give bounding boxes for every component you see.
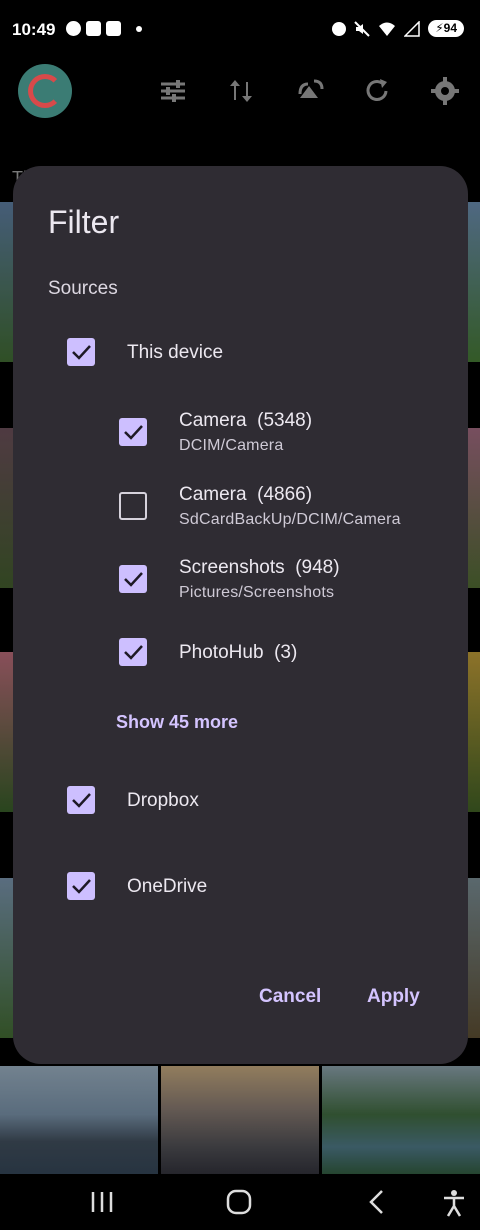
sources-section-label: Sources (48, 278, 118, 299)
check-icon (72, 879, 91, 894)
filter-dialog: Filter Sources This device Camera (5348)… (13, 166, 468, 1064)
folder-count: (4866) (257, 484, 313, 505)
cancel-button[interactable]: Cancel (259, 986, 321, 1008)
folder-name: Camera (179, 410, 247, 431)
folder-count: (948) (295, 557, 340, 578)
refresh-icon[interactable] (362, 76, 392, 106)
check-icon (124, 572, 143, 587)
show-more-link[interactable]: Show 45 more (116, 712, 238, 733)
folder-name: Screenshots (179, 557, 285, 578)
folder-path: DCIM/Camera (179, 437, 284, 454)
folder-label[interactable]: PhotoHub (3) (179, 642, 297, 664)
gear-icon[interactable] (430, 76, 460, 106)
status-time: 10:49 (12, 20, 56, 39)
wifi-icon (379, 22, 396, 36)
apply-button[interactable]: Apply (367, 986, 420, 1008)
app-notification-icon (106, 21, 121, 36)
folder-checkbox-screenshots[interactable] (119, 565, 147, 593)
status-right-icons: ⚡94 (332, 20, 464, 37)
more-notifications-dot-icon (136, 25, 142, 32)
folder-count: (3) (274, 642, 298, 663)
system-nav-bar (0, 1175, 480, 1230)
mute-icon (354, 20, 370, 37)
folder-path: SdCardBackUp/DCIM/Camera (179, 511, 401, 528)
folder-checkbox-camera-dcim[interactable] (119, 418, 147, 446)
status-bar: 10:49 ⚡94 (0, 0, 480, 60)
check-icon (72, 345, 91, 360)
folder-checkbox-photohub[interactable] (119, 638, 147, 666)
check-icon (124, 645, 143, 660)
onedrive-checkbox[interactable] (67, 872, 95, 900)
app-notification-icon (86, 21, 101, 36)
check-icon (124, 425, 143, 440)
check-icon (72, 793, 91, 808)
folder-path: Pictures/Screenshots (179, 584, 335, 601)
status-left-icons (66, 21, 142, 36)
account-icon (66, 21, 81, 36)
tune-icon[interactable] (158, 76, 188, 106)
folder-checkbox-camera-sdcard[interactable] (119, 492, 147, 520)
folder-label[interactable]: Screenshots (948) (179, 557, 340, 579)
home-icon[interactable] (226, 1189, 252, 1215)
app-logo[interactable] (18, 64, 72, 118)
battery-level: 94 (443, 21, 457, 35)
sort-icon[interactable] (226, 76, 256, 106)
battery-indicator: ⚡94 (428, 20, 464, 37)
this-device-label[interactable]: This device (127, 342, 223, 364)
recents-icon[interactable] (90, 1189, 114, 1215)
accessibility-icon[interactable] (442, 1189, 466, 1217)
folder-label[interactable]: Camera (4866) (179, 484, 312, 506)
dropbox-label[interactable]: Dropbox (127, 790, 199, 812)
folder-label[interactable]: Camera (5348) (179, 410, 312, 432)
dnd-icon (332, 21, 347, 36)
folder-count: (5348) (257, 410, 313, 431)
folder-name: PhotoHub (179, 642, 264, 663)
this-device-checkbox[interactable] (67, 338, 95, 366)
signal-icon (404, 20, 420, 37)
dialog-title: Filter (48, 204, 120, 240)
app-toolbar (0, 60, 480, 130)
dropbox-checkbox[interactable] (67, 786, 95, 814)
back-icon[interactable] (368, 1189, 386, 1215)
folder-name: Camera (179, 484, 247, 505)
onedrive-label[interactable]: OneDrive (127, 876, 207, 898)
swap-icon[interactable] (296, 76, 326, 106)
